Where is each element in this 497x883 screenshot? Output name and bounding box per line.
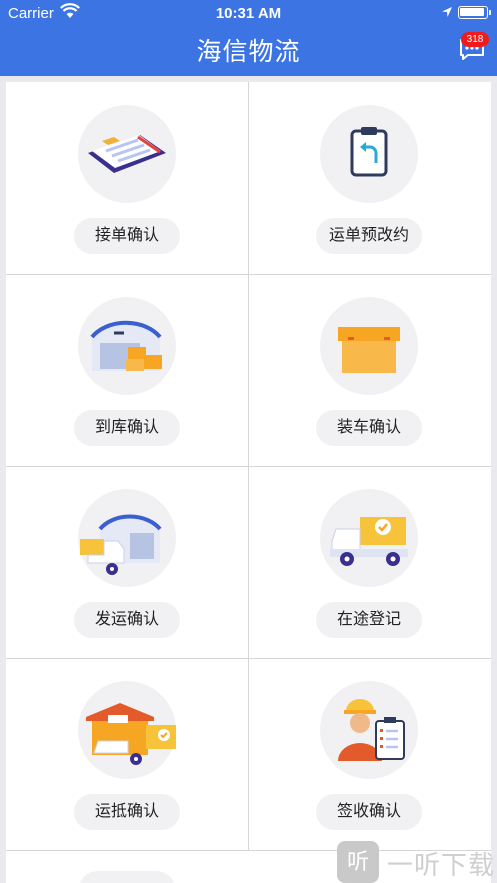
menu-item-signoff-confirm[interactable]: 签收确认	[248, 658, 490, 850]
truck-in-transit-icon	[320, 489, 418, 587]
app-header: Carrier 10:31 AM 海信物流 318	[0, 0, 497, 76]
watermark: 听 一听下载	[337, 841, 497, 883]
message-count-badge: 318	[461, 32, 489, 47]
menu-item-label: 运单预改约	[316, 218, 422, 254]
menu-item-loading-confirm[interactable]: 装车确认	[248, 274, 490, 466]
location-arrow-icon	[442, 7, 452, 17]
menu-item-warehouse-confirm[interactable]: 到库确认	[6, 274, 248, 466]
cargo-box-icon	[320, 297, 418, 395]
menu-item-in-transit[interactable]: 在途登记	[248, 466, 490, 658]
menu-item-label: 在途登记	[316, 602, 422, 638]
status-bar: Carrier 10:31 AM	[0, 0, 497, 26]
clock: 10:31 AM	[215, 5, 282, 22]
clipboard-order-icon	[78, 105, 176, 203]
menu-item-label: 接单确认	[74, 218, 180, 254]
menu-item-order-confirm[interactable]: 接单确认	[6, 82, 248, 274]
battery-icon	[458, 6, 491, 19]
watermark-logo: 听	[337, 841, 379, 883]
menu-item-label: 到库确认	[74, 410, 180, 446]
worker-sign-icon	[320, 681, 418, 779]
warehouse-boxes-icon	[78, 297, 176, 395]
menu-item-waybill-reschedule[interactable]: 运单预改约	[248, 82, 490, 274]
menu-item-label: 装车确认	[316, 410, 422, 446]
menu-item-shipment-confirm[interactable]: 发运确认	[6, 466, 248, 658]
menu-item-label: 签收确认	[316, 794, 422, 830]
menu-item-label: 发运确认	[74, 602, 180, 638]
next-menu-item-icon	[78, 871, 176, 883]
menu-item-label: 运抵确认	[74, 794, 180, 830]
menu-item-arrival-confirm[interactable]: 运抵确认	[6, 658, 248, 850]
truck-depart-icon	[78, 489, 176, 587]
watermark-text: 一听下载	[387, 850, 496, 880]
page-title: 海信物流	[196, 38, 301, 66]
clipboard-return-icon	[320, 105, 418, 203]
truck-arrived-icon	[78, 681, 176, 779]
function-grid: 接单确认 运单预改约 到库确认 装车确认 发运确认 在途登记 运抵确认 签收确认	[6, 82, 491, 883]
